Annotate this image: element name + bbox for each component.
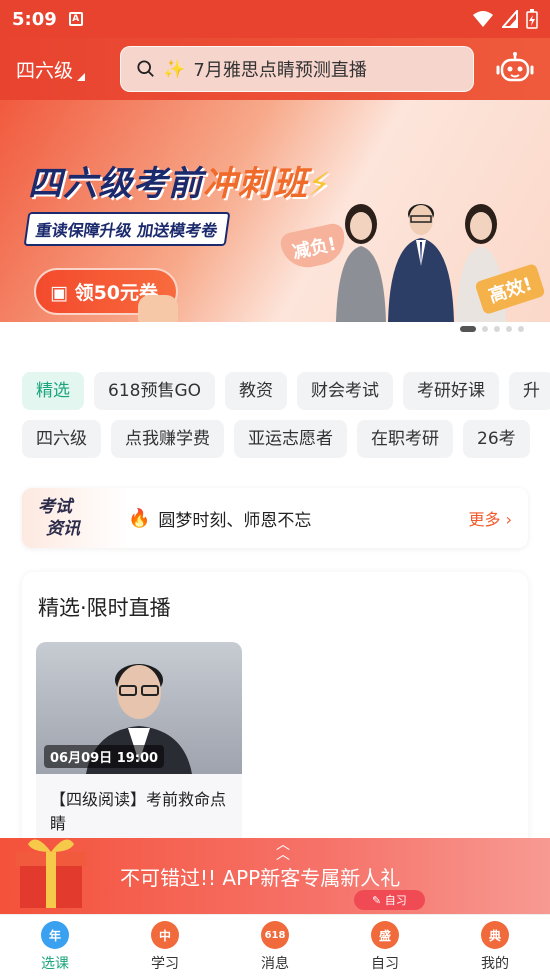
- chip-partial[interactable]: 升: [509, 372, 550, 410]
- live-time-badge: 06月09日 19:00: [44, 745, 165, 768]
- page-dot: [518, 326, 524, 332]
- tab-study-label: 学习: [151, 956, 179, 972]
- page-dot: [494, 326, 500, 332]
- news-more-label: 更多: [468, 510, 501, 529]
- self-study-pill-label: 自习: [384, 894, 407, 907]
- tab-courses[interactable]: 年 选课: [0, 915, 110, 979]
- new-user-gift-bar[interactable]: ︿ ︿ 不可错过!! APP新客专属新人礼 ✎ 自习: [0, 838, 550, 914]
- exam-news-bar[interactable]: 考试 资讯 🔥 圆梦时刻、师恩不忘 更多 ›: [22, 488, 528, 548]
- battery-icon: [526, 9, 538, 29]
- banner-title-highlight: 冲刺班: [203, 164, 308, 204]
- tab-self-study[interactable]: 盛 自习: [330, 915, 440, 979]
- main-content: 精选 618预售GO 教资 财会考试 考研好课 升 四六级 点我赚学费 亚运志愿…: [0, 322, 550, 912]
- chip-featured[interactable]: 精选: [22, 372, 84, 410]
- page-dot: [506, 326, 512, 332]
- fire-icon: 🔥: [128, 507, 151, 529]
- pointing-hand-icon: [138, 295, 178, 322]
- status-bar: 5:09 A: [0, 0, 550, 38]
- dropdown-corner-icon: [77, 72, 86, 81]
- promo-banner[interactable]: 四六级考前冲刺班⚡ 重读保障升级 加送模考卷 ▣ 领50元券 减负! 高效!: [0, 100, 550, 322]
- teacher-photo: 06月09日 19:00: [36, 642, 242, 774]
- page-dot: [482, 326, 488, 332]
- chip-26-exam[interactable]: 26考: [463, 420, 530, 458]
- news-headline: 圆梦时刻、师恩不忘: [158, 510, 312, 531]
- banner-subtitle: 重读保障升级 加送模考卷: [23, 212, 230, 246]
- tab-messages-label: 消息: [261, 956, 289, 972]
- page-dot: [460, 326, 476, 332]
- signal-icon: [502, 10, 518, 28]
- chip-618-presale[interactable]: 618预售GO: [94, 372, 216, 410]
- chip-accounting[interactable]: 财会考试: [297, 372, 394, 410]
- study-icon: 中: [151, 921, 179, 949]
- messages-icon: 618: [261, 921, 289, 949]
- courses-icon: 年: [41, 921, 69, 949]
- self-study-pill[interactable]: ✎ 自习: [354, 890, 425, 910]
- status-time: 5:09: [12, 8, 57, 30]
- tab-self-study-label: 自习: [371, 956, 399, 972]
- gift-box-icon: [16, 839, 86, 908]
- tab-messages[interactable]: 618 消息: [220, 915, 330, 979]
- exam-news-tag: 考试 资讯: [22, 488, 128, 548]
- chevron-right-icon: ›: [505, 510, 512, 529]
- chip-cet[interactable]: 四六级: [22, 420, 101, 458]
- category-chips-row-2: 四六级 点我赚学费 亚运志愿者 在职考研 26考: [22, 420, 550, 458]
- tab-profile-label: 我的: [481, 956, 509, 972]
- news-more-link[interactable]: 更多 ›: [468, 506, 512, 530]
- banner-title-main: 四六级考前: [28, 164, 203, 204]
- wifi-icon: [473, 11, 493, 27]
- tab-study[interactable]: 中 学习: [110, 915, 220, 979]
- expand-up-icon[interactable]: ︿ ︿: [276, 838, 290, 862]
- news-tag-line-1: 考试: [38, 497, 72, 517]
- chip-teacher-cert[interactable]: 教资: [225, 372, 288, 410]
- banner-title: 四六级考前冲刺班⚡: [28, 156, 331, 205]
- exam-level-selector[interactable]: 四六级: [16, 56, 112, 83]
- news-tag-line-2: 资讯: [46, 519, 80, 539]
- bottom-tab-bar: 年 选课 中 学习 618 消息 盛 自习 典 我的: [0, 914, 550, 979]
- sparkle-icon: ✨: [163, 58, 186, 80]
- top-header: 四六级 ✨ 7月雅思点睛预测直播: [0, 38, 550, 100]
- chip-postgrad[interactable]: 考研好课: [403, 372, 500, 410]
- gift-promo-text: 不可错过!! APP新客专属新人礼: [120, 866, 401, 890]
- profile-icon: 典: [481, 921, 509, 949]
- chip-asian-games-volunteer[interactable]: 亚运志愿者: [234, 420, 347, 458]
- search-icon: [137, 60, 154, 77]
- chip-inservice-postgrad[interactable]: 在职考研: [357, 420, 453, 458]
- chip-earn-tuition[interactable]: 点我赚学费: [111, 420, 224, 458]
- search-placeholder: 7月雅思点睛预测直播: [193, 60, 367, 81]
- robot-assistant-icon[interactable]: [496, 50, 534, 88]
- banner-page-indicator: [460, 326, 524, 332]
- live-section-title: 精选·限时直播: [38, 596, 171, 620]
- app-notification-icon: A: [68, 12, 83, 26]
- tab-profile[interactable]: 典 我的: [440, 915, 550, 979]
- self-study-icon: 盛: [371, 921, 399, 949]
- category-chips-row-1: 精选 618预售GO 教资 财会考试 考研好课 升: [22, 372, 550, 410]
- search-input[interactable]: ✨ 7月雅思点睛预测直播: [120, 46, 474, 92]
- tab-courses-label: 选课: [41, 956, 69, 972]
- coupon-icon: ▣: [50, 282, 75, 304]
- exam-level-label: 四六级: [16, 59, 74, 82]
